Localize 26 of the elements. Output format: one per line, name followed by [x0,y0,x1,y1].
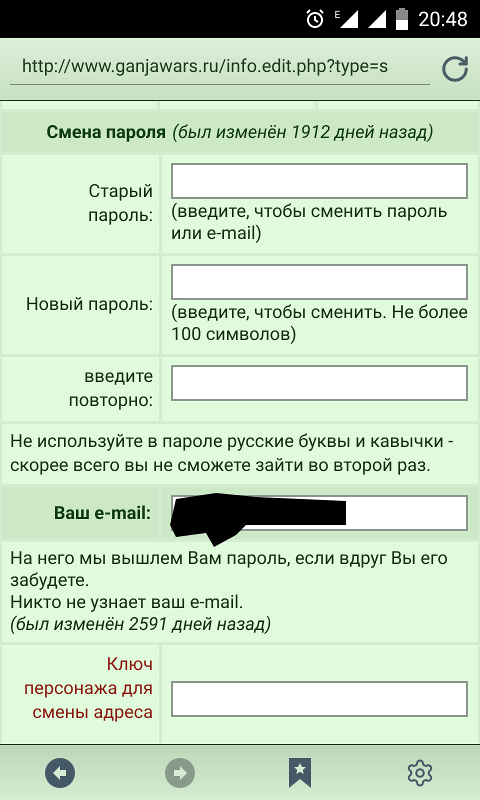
field-label: Новый пароль: [26,293,153,317]
field-label: введите повторно: [68,365,153,413]
change-note: (был изменён 2591 дней назад) [10,614,272,636]
key-label: Ключ персонажа для смены адреса [24,653,153,725]
section-title: Смена пароля [46,120,166,144]
password-field[interactable] [171,264,468,300]
alarm-icon [304,9,324,29]
network-type: E [334,9,340,23]
email-label: Ваш e-mail: [54,502,151,526]
key-field[interactable] [171,681,468,717]
field-label: Старый пароль: [88,180,153,228]
bookmark-icon[interactable] [287,758,313,788]
signal-icon [340,10,358,28]
reload-icon[interactable] [440,54,470,84]
field-hint: (введите, чтобы сменить. Не более 100 символов) [171,302,468,346]
email-note: На него мы вышлем Вам пароль, если вдруг Вы его забудете. [10,548,449,592]
password-field[interactable] [171,365,468,401]
email-note: Никто не узнает ваш e-mail. [10,592,244,614]
battery-icon [396,8,408,30]
clock-time: 20:48 [418,6,468,33]
password-field[interactable] [171,163,468,199]
field-hint: (введите, чтобы сменить пароль или e-mail) [171,201,448,245]
warning-text: Не используйте в пароле русские буквы и кавычки - скорее всего вы не сможете зайти во второй раз. [10,430,454,478]
signal-icon [368,10,386,28]
settings-icon[interactable] [405,758,435,788]
change-note: (был изменён 1912 дней назад) [172,120,434,144]
